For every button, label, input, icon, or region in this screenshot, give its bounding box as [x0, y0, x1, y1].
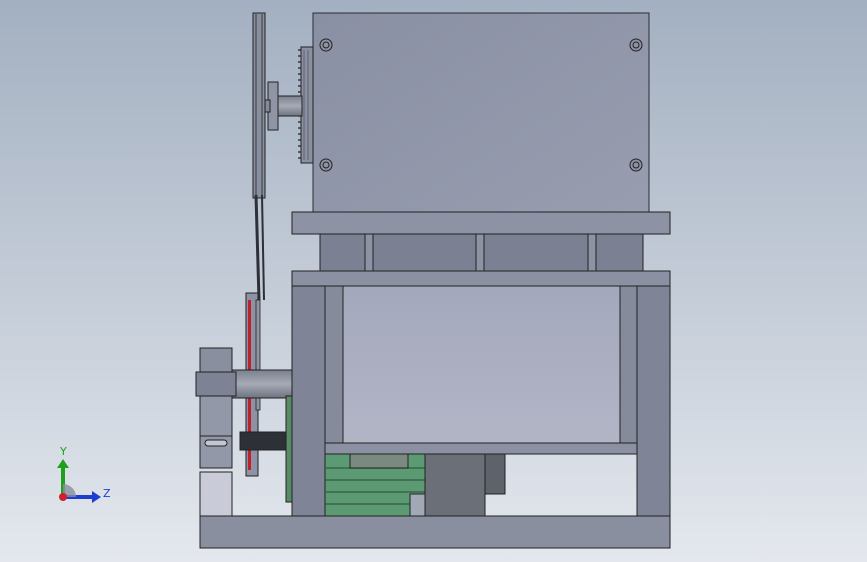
upper-support: [291, 211, 671, 273]
gearbox-housing: [312, 12, 650, 221]
housing-bolt: [629, 158, 643, 172]
base-plate: [199, 515, 671, 549]
z-axis-label: Z: [103, 487, 111, 500]
housing-bolt: [629, 38, 643, 52]
x-axis-dot: [59, 493, 67, 501]
cad-model-drawing: Y Z: [57, 12, 671, 549]
upper-pulley: [252, 12, 266, 199]
upper-shaft: [263, 81, 303, 131]
electric-motor: [324, 453, 506, 517]
housing-bolt: [319, 158, 333, 172]
y-axis-label: Y: [59, 445, 67, 458]
cad-viewport[interactable]: Y Z: [0, 0, 867, 562]
coordinate-triad: Y Z: [57, 445, 111, 503]
drive-belt: [254, 194, 265, 301]
lower-shaft: [231, 369, 293, 503]
housing-bolt: [319, 38, 333, 52]
bearing-block: [195, 347, 237, 517]
